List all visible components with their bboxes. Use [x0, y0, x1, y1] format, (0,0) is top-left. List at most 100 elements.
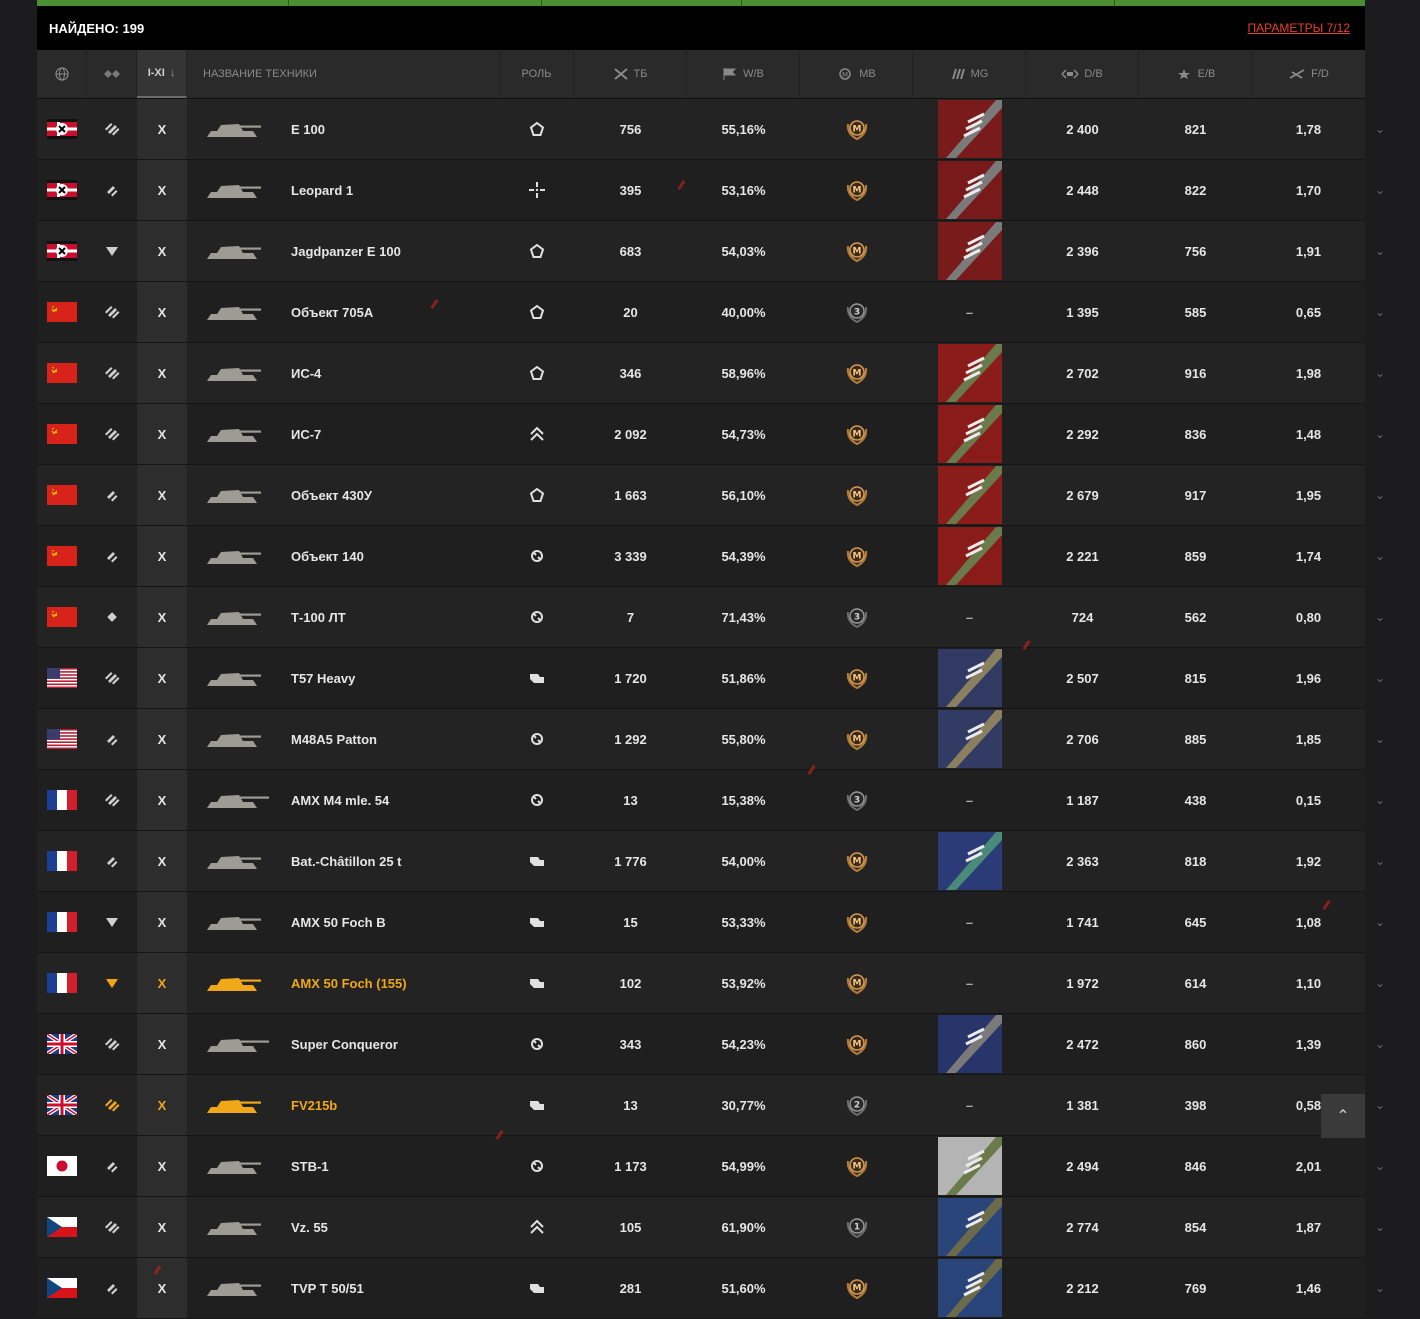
table-row[interactable]: X M48A5 Patton 1 292 55,80% M 2 706 885 … — [37, 709, 1385, 770]
chevron-down-icon[interactable]: ⌄ — [1370, 180, 1390, 200]
table-row[interactable]: X Объект 430У 1 663 56,10% M 2 679 917 1… — [37, 465, 1385, 526]
winrate-cell: 54,99% — [721, 1158, 766, 1174]
table-row[interactable]: X Vz. 55 105 61,90% 1 2 774 854 1,87 ⌄ — [37, 1197, 1385, 1258]
table-row[interactable]: X Super Conqueror 343 54,23% M 2 472 860… — [37, 1014, 1385, 1075]
chevron-down-icon[interactable]: ⌄ — [1370, 729, 1390, 749]
chevron-down-icon[interactable]: ⌄ — [1370, 363, 1390, 383]
mastery-column-header[interactable]: M MB — [800, 50, 913, 98]
vehicle-name-cell[interactable]: ИС-4 — [187, 343, 500, 403]
damage-cell: 2 363 — [1066, 853, 1099, 869]
chevron-down-icon[interactable]: ⌄ — [1370, 546, 1390, 566]
exp-cell: 846 — [1184, 1158, 1207, 1174]
table-row[interactable]: X AMX 50 Foch B 15 53,33% M – 1 741 645 … — [37, 892, 1385, 953]
chevron-down-icon[interactable]: ⌄ — [1370, 790, 1390, 810]
chevron-down-icon[interactable]: ⌄ — [1370, 119, 1390, 139]
table-row[interactable]: X TVP T 50/51 281 51,60% M 2 212 769 1,4… — [37, 1258, 1385, 1319]
tier-cell: X — [137, 282, 187, 342]
chevron-down-icon[interactable]: ⌄ — [1370, 1034, 1390, 1054]
damage-column-header[interactable]: D/B — [1026, 50, 1139, 98]
vehicle-name-cell[interactable]: AMX M4 mle. 54 — [187, 770, 500, 830]
vehicle-name-cell[interactable]: Vz. 55 — [187, 1197, 500, 1257]
table-row[interactable]: X Leopard 1 395 53,16% M 2 448 822 1,70 … — [37, 160, 1385, 221]
vehicle-name-cell[interactable]: Т-100 ЛТ — [187, 587, 500, 647]
chevron-down-icon[interactable]: ⌄ — [1370, 851, 1390, 871]
tier-header-label: I-XI — [147, 67, 165, 79]
vehicle-name: TVP T 50/51 — [291, 1280, 364, 1296]
table-row[interactable]: X Bat.-Châtillon 25 t 1 776 54,00% M 2 3… — [37, 831, 1385, 892]
chevron-down-icon[interactable]: ⌄ — [1370, 607, 1390, 627]
tier-cell: X — [137, 1197, 187, 1257]
vehicle-name-cell[interactable]: M48A5 Patton — [187, 709, 500, 769]
params-link[interactable]: ПАРАМЕТРЫ 7/12 — [1248, 21, 1350, 35]
exp-cell: 614 — [1184, 975, 1207, 991]
winrate-cell: 53,16% — [721, 182, 766, 198]
vehicle-name-cell[interactable]: Jagdpanzer E 100 — [187, 221, 500, 281]
vehicle-name-cell[interactable]: TVP T 50/51 — [187, 1258, 500, 1318]
scroll-to-top-button[interactable]: ⌃ — [1321, 1094, 1365, 1138]
vehicle-name-cell[interactable]: E 100 — [187, 99, 500, 159]
table-row[interactable]: X AMX 50 Foch (155) 102 53,92% M – 1 972… — [37, 953, 1385, 1014]
winrate-cell: 15,38% — [721, 792, 766, 808]
vehicle-name-cell[interactable]: ИС-7 — [187, 404, 500, 464]
marks-column-header[interactable]: MG — [913, 50, 1026, 98]
table-row[interactable]: X FV215b 13 30,77% 2 – 1 381 398 0,58 ⌄ — [37, 1075, 1385, 1136]
damage-cell: 2 706 — [1066, 731, 1099, 747]
frags-column-header[interactable]: F/D — [1252, 50, 1365, 98]
chevron-down-icon[interactable]: ⌄ — [1370, 424, 1390, 444]
nation-column-header[interactable] — [37, 50, 87, 98]
table-row[interactable]: X AMX M4 mle. 54 13 15,38% 3 – 1 187 438… — [37, 770, 1385, 831]
exp-cell: 756 — [1184, 243, 1207, 259]
chevron-down-icon[interactable]: ⌄ — [1370, 668, 1390, 688]
marks-of-excellence-cell — [913, 709, 1026, 769]
chevron-down-icon[interactable]: ⌄ — [1370, 1217, 1390, 1237]
table-row[interactable]: X STB-1 1 173 54,99% M 2 494 846 2,01 ⌄ — [37, 1136, 1385, 1197]
chevron-down-icon[interactable]: ⌄ — [1370, 1095, 1390, 1115]
vehicle-name-cell[interactable]: Объект 140 — [187, 526, 500, 586]
damage-cell: 2 507 — [1066, 670, 1099, 686]
vehicle-name: Super Conqueror — [291, 1036, 398, 1052]
vehicle-name-cell[interactable]: Super Conqueror — [187, 1014, 500, 1074]
tier-column-header[interactable]: I-XI ↓ — [137, 50, 187, 98]
chevron-down-icon[interactable]: ⌄ — [1370, 241, 1390, 261]
type-column-header[interactable] — [87, 50, 137, 98]
table-row[interactable]: X Jagdpanzer E 100 683 54,03% M 2 396 75… — [37, 221, 1385, 282]
table-row[interactable]: X T57 Heavy 1 720 51,86% M 2 507 815 1,9… — [37, 648, 1385, 709]
exp-column-header[interactable]: E/B — [1139, 50, 1252, 98]
table-row[interactable]: X ИС-4 346 58,96% M 2 702 916 1,98 ⌄ — [37, 343, 1385, 404]
vehicle-name-cell[interactable]: STB-1 — [187, 1136, 500, 1196]
vehicle-name-cell[interactable]: Объект 705А — [187, 282, 500, 342]
chevron-down-icon[interactable]: ⌄ — [1370, 912, 1390, 932]
role-icon — [500, 282, 574, 342]
frags-cell: 1,70 — [1295, 182, 1322, 198]
table-row[interactable]: X Объект 705А 20 40,00% 3 – 1 395 585 0,… — [37, 282, 1385, 343]
vehicle-name-cell[interactable]: Leopard 1 — [187, 160, 500, 220]
nation-flag — [37, 587, 87, 647]
battles-cell: 7 — [626, 609, 635, 625]
vehicle-name-cell[interactable]: AMX 50 Foch B — [187, 892, 500, 952]
role-column-header[interactable]: РОЛЬ — [500, 50, 574, 98]
vehicle-name-cell[interactable]: Объект 430У — [187, 465, 500, 525]
marks-of-excellence-cell: – — [965, 304, 974, 320]
table-row[interactable]: X ИС-7 2 092 54,73% M 2 292 836 1,48 ⌄ — [37, 404, 1385, 465]
chevron-down-icon[interactable]: ⌄ — [1370, 973, 1390, 993]
role-icon — [500, 1258, 574, 1318]
battles-column-header[interactable]: ТБ — [574, 50, 687, 98]
role-icon — [500, 99, 574, 159]
vehicle-type-icon — [87, 953, 137, 1013]
chevron-down-icon[interactable]: ⌄ — [1370, 302, 1390, 322]
winrate-cell: 51,86% — [721, 670, 766, 686]
chevron-down-icon[interactable]: ⌄ — [1370, 1156, 1390, 1176]
table-row[interactable]: X E 100 756 55,16% M 2 400 821 1,78 ⌄ — [37, 99, 1385, 160]
chevron-down-icon[interactable]: ⌄ — [1370, 485, 1390, 505]
svg-text:1: 1 — [853, 1223, 859, 1233]
vehicle-name-cell[interactable]: AMX 50 Foch (155) — [187, 953, 500, 1013]
winrate-column-header[interactable]: W/B — [687, 50, 800, 98]
battles-cell: 1 292 — [614, 731, 647, 747]
name-column-header[interactable]: НАЗВАНИЕ ТЕХНИКИ — [187, 50, 500, 98]
vehicle-name-cell[interactable]: Bat.-Châtillon 25 t — [187, 831, 500, 891]
chevron-down-icon[interactable]: ⌄ — [1370, 1278, 1390, 1298]
vehicle-name-cell[interactable]: FV215b — [187, 1075, 500, 1135]
vehicle-name-cell[interactable]: T57 Heavy — [187, 648, 500, 708]
table-row[interactable]: X Т-100 ЛТ 7 71,43% 3 – 724 562 0,80 ⌄ — [37, 587, 1385, 648]
table-row[interactable]: X Объект 140 3 339 54,39% M 2 221 859 1,… — [37, 526, 1385, 587]
